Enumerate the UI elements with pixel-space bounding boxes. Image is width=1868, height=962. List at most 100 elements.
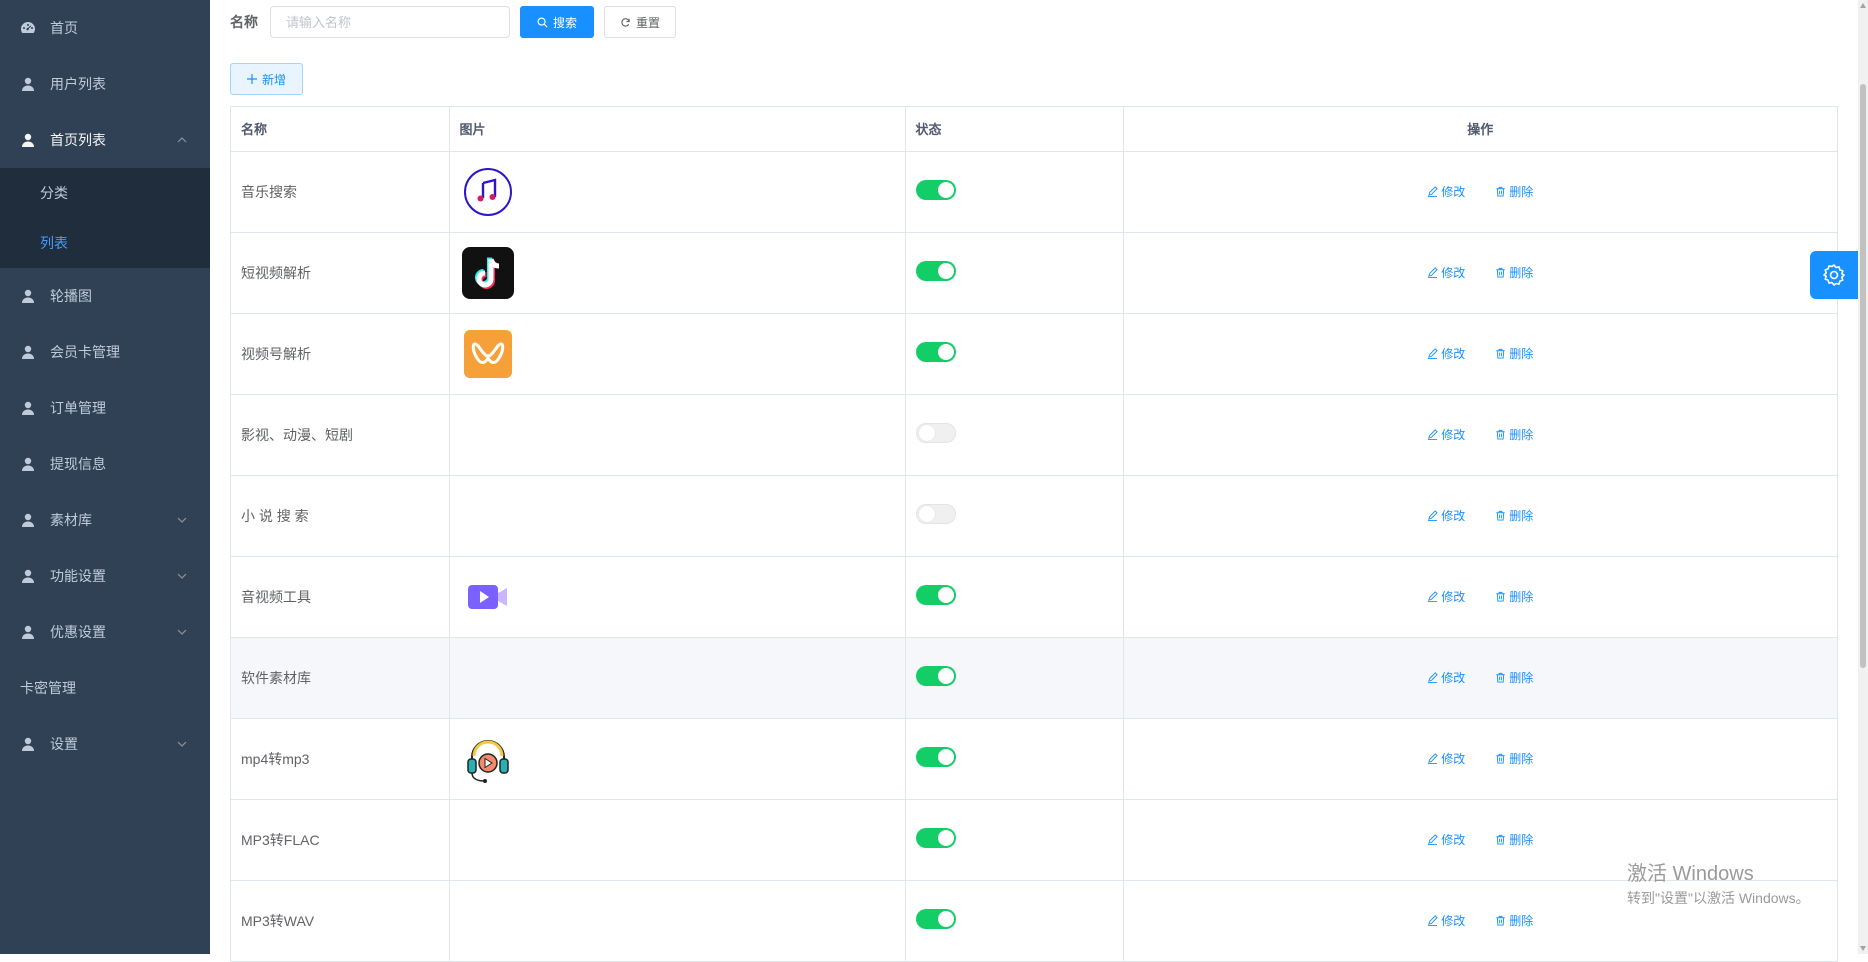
status-toggle[interactable] xyxy=(915,342,956,362)
reset-button[interactable]: 重置 xyxy=(604,6,676,38)
status-toggle[interactable] xyxy=(915,261,956,281)
table-row: MP3转WAV 修改 删除 xyxy=(231,880,1837,962)
edit-button[interactable]: 修改 xyxy=(1427,831,1465,848)
submenu-home-list: 分类 列表 xyxy=(0,168,210,268)
edit-button[interactable]: 修改 xyxy=(1427,426,1465,443)
cell-status xyxy=(905,637,1124,719)
edit-icon xyxy=(1428,186,1438,197)
edit-label: 修改 xyxy=(1441,185,1466,199)
table-row: MP3转FLAC 修改 删除 xyxy=(231,799,1837,881)
delete-label: 删除 xyxy=(1509,833,1534,847)
delete-label: 删除 xyxy=(1509,590,1534,604)
search-button[interactable]: 搜索 xyxy=(520,6,594,38)
delete-button[interactable]: 删除 xyxy=(1495,264,1533,281)
sidebar-item-membership[interactable]: 会员卡管理 xyxy=(0,324,210,380)
cell-status xyxy=(905,556,1124,638)
sidebar-item-discounts[interactable]: 优惠设置 xyxy=(0,604,210,660)
user-icon xyxy=(22,133,34,147)
sidebar-item-materials[interactable]: 素材库 xyxy=(0,492,210,548)
edit-button[interactable]: 修改 xyxy=(1427,507,1465,524)
watermark-subtitle: 转到"设置"以激活 Windows。 xyxy=(1627,890,1810,906)
scroll-down-icon[interactable] xyxy=(1859,944,1867,952)
sidebar-item-home[interactable]: 首页 xyxy=(0,0,210,56)
cell-image xyxy=(449,313,906,395)
windows-activation-watermark: 激活 Windows 转到"设置"以激活 Windows。 xyxy=(1627,862,1810,908)
cell-status xyxy=(905,232,1124,314)
user-icon xyxy=(22,625,34,639)
sidebar-item-features[interactable]: 功能设置 xyxy=(0,548,210,604)
search-input[interactable] xyxy=(270,6,510,38)
sidebar-item-settings[interactable]: 设置 xyxy=(0,716,210,772)
edit-label: 修改 xyxy=(1441,266,1466,280)
sidebar-item-label: 用户列表 xyxy=(50,76,106,92)
edit-button[interactable]: 修改 xyxy=(1427,669,1465,686)
edit-label: 修改 xyxy=(1441,752,1466,766)
sidebar-item-orders[interactable]: 订单管理 xyxy=(0,380,210,436)
sidebar-item-carousel[interactable]: 轮播图 xyxy=(0,268,210,324)
delete-button[interactable]: 删除 xyxy=(1495,669,1533,686)
edit-button[interactable]: 修改 xyxy=(1427,588,1465,605)
cell-status xyxy=(905,718,1124,800)
refresh-icon xyxy=(621,17,630,27)
sidebar-item-list[interactable]: 列表 xyxy=(0,218,210,268)
scroll-up-icon[interactable] xyxy=(1859,2,1867,10)
edit-button[interactable]: 修改 xyxy=(1427,264,1465,281)
user-icon xyxy=(22,401,34,415)
status-toggle[interactable] xyxy=(915,828,956,848)
status-toggle[interactable] xyxy=(915,909,956,929)
cell-actions: 修改 删除 xyxy=(1123,475,1837,557)
sidebar-item-label: 素材库 xyxy=(50,512,92,528)
cell-actions: 修改 删除 xyxy=(1123,394,1837,476)
settings-button[interactable] xyxy=(1810,251,1858,299)
column-header-name: 名称 xyxy=(231,107,450,152)
dashboard-icon xyxy=(21,22,35,33)
sidebar-item-label: 分类 xyxy=(40,185,68,201)
add-button[interactable]: 新增 xyxy=(230,63,303,95)
status-toggle[interactable] xyxy=(915,180,956,200)
edit-icon xyxy=(1428,834,1438,845)
delete-button[interactable]: 删除 xyxy=(1495,183,1533,200)
trash-icon xyxy=(1496,348,1505,359)
status-toggle[interactable] xyxy=(915,585,956,605)
delete-button[interactable]: 删除 xyxy=(1495,912,1533,929)
sidebar-item-home-list[interactable]: 首页列表 xyxy=(0,112,210,168)
table-row: 视频号解析 修改 删除 xyxy=(231,313,1837,395)
edit-button[interactable]: 修改 xyxy=(1427,750,1465,767)
cell-name: 音乐搜索 xyxy=(231,151,450,233)
status-toggle[interactable] xyxy=(915,504,956,524)
delete-button[interactable]: 删除 xyxy=(1495,345,1533,362)
delete-button[interactable]: 删除 xyxy=(1495,831,1533,848)
delete-button[interactable]: 删除 xyxy=(1495,588,1533,605)
delete-button[interactable]: 删除 xyxy=(1495,750,1533,767)
cell-status xyxy=(905,799,1124,881)
edit-label: 修改 xyxy=(1441,509,1466,523)
page-scrollbar[interactable] xyxy=(1858,0,1868,954)
scroll-thumb[interactable] xyxy=(1860,84,1866,668)
sidebar-item-card-keys[interactable]: 卡密管理 xyxy=(0,660,210,716)
sidebar-item-category[interactable]: 分类 xyxy=(0,168,210,218)
sidebar-item-users[interactable]: 用户列表 xyxy=(0,56,210,112)
delete-button[interactable]: 删除 xyxy=(1495,507,1533,524)
edit-button[interactable]: 修改 xyxy=(1427,912,1465,929)
headphones-play-icon xyxy=(460,731,516,787)
cell-name: 软件素材库 xyxy=(231,637,450,719)
table-row: 小 说 搜 索 修改 删除 xyxy=(231,475,1837,557)
user-icon xyxy=(22,457,34,471)
cell-image xyxy=(449,799,906,881)
status-toggle[interactable] xyxy=(915,747,956,767)
add-button-label: 新增 xyxy=(261,72,286,87)
cell-name: 音视频工具 xyxy=(231,556,450,638)
sidebar-item-withdraw[interactable]: 提现信息 xyxy=(0,436,210,492)
status-toggle[interactable] xyxy=(915,666,956,686)
cell-name: 视频号解析 xyxy=(231,313,450,395)
cell-image xyxy=(449,880,906,962)
sidebar-item-label: 优惠设置 xyxy=(50,624,106,640)
sidebar-item-label: 提现信息 xyxy=(50,456,106,472)
watermark-title: 激活 Windows xyxy=(1627,863,1754,885)
delete-button[interactable]: 删除 xyxy=(1495,426,1533,443)
edit-button[interactable]: 修改 xyxy=(1427,183,1465,200)
sidebar: 首页 用户列表 首页列表 分类 列表 轮播图 会员卡管理 订单管理 提现信息 素… xyxy=(0,0,210,954)
edit-label: 修改 xyxy=(1441,428,1466,442)
edit-button[interactable]: 修改 xyxy=(1427,345,1465,362)
status-toggle[interactable] xyxy=(915,423,956,443)
